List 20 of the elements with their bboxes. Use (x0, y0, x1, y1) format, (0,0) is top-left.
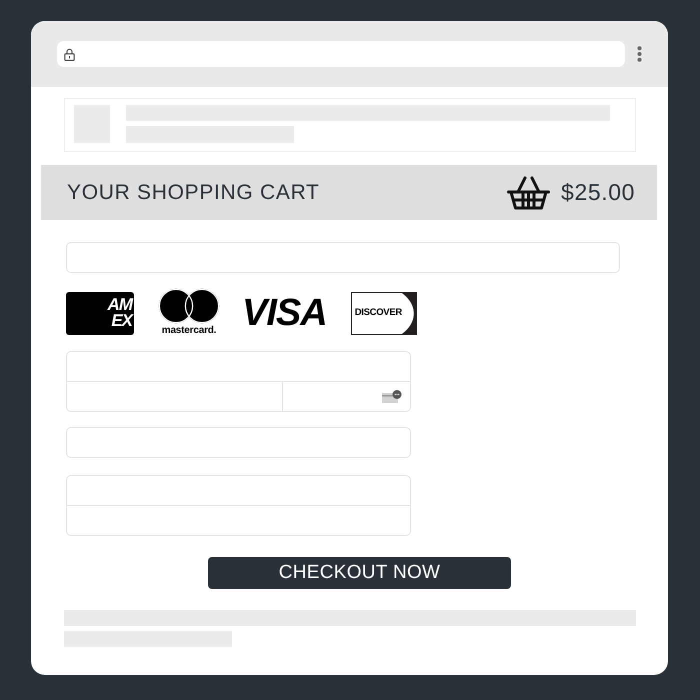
lock-icon (64, 48, 75, 60)
card-cvc-icon (382, 390, 402, 403)
discover-logo: DISCOVER (350, 292, 417, 334)
input-field[interactable] (66, 242, 620, 273)
input-field[interactable] (282, 381, 411, 412)
checkout-button[interactable]: CHECKOUT NOW (208, 557, 511, 589)
address-bar[interactable] (57, 41, 625, 67)
more-menu-icon[interactable] (637, 46, 642, 62)
overlapping-circles-icon (158, 288, 220, 324)
cart-total: $25.00 (561, 178, 635, 208)
basket-icon (507, 176, 550, 210)
input-field[interactable] (66, 475, 411, 506)
input-field[interactable] (66, 351, 411, 382)
visa-logo: VISA (242, 294, 327, 332)
mastercard-logo-text: mastercard. (162, 325, 216, 336)
amex-logo: AM EX (66, 292, 134, 334)
input-field[interactable] (66, 505, 411, 536)
cart-title: YOUR SHOPPING CART (67, 180, 320, 206)
input-field[interactable] (66, 427, 411, 458)
input-field[interactable] (66, 381, 283, 412)
